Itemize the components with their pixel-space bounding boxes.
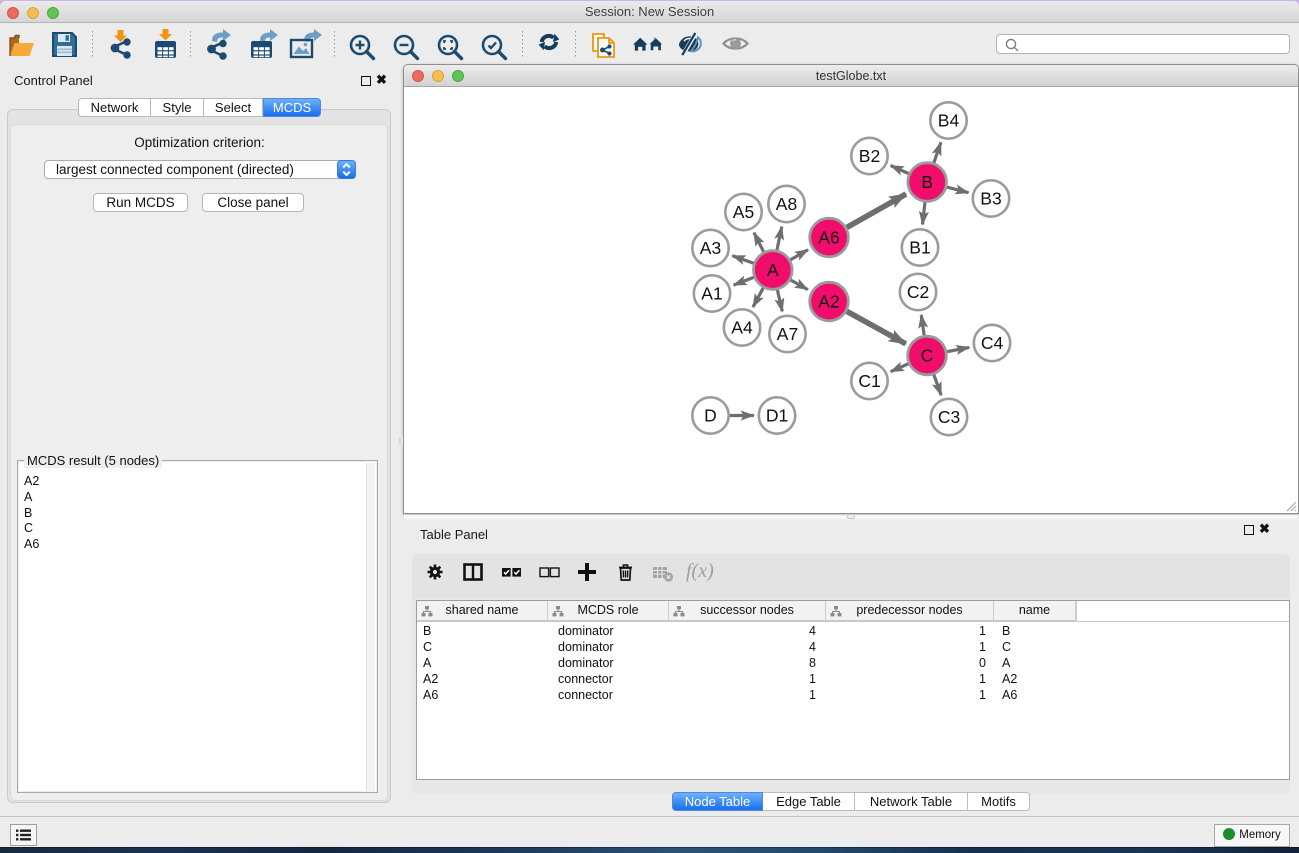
svg-text:B4: B4 xyxy=(938,111,960,131)
svg-text:D: D xyxy=(704,406,717,426)
svg-text:B: B xyxy=(921,172,933,192)
svg-text:A6: A6 xyxy=(818,228,839,248)
svg-text:A5: A5 xyxy=(733,202,754,222)
svg-text:C2: C2 xyxy=(907,282,929,302)
svg-text:C: C xyxy=(921,346,934,366)
svg-text:B2: B2 xyxy=(859,146,880,166)
svg-text:D1: D1 xyxy=(766,406,788,426)
svg-text:A1: A1 xyxy=(701,284,722,304)
svg-text:f(x): f(x) xyxy=(686,561,714,582)
svg-text:A7: A7 xyxy=(777,324,798,344)
svg-text:C4: C4 xyxy=(981,333,1004,353)
svg-text:B1: B1 xyxy=(909,238,930,258)
svg-text:A: A xyxy=(767,260,779,280)
svg-text:A3: A3 xyxy=(700,238,721,258)
svg-text:A8: A8 xyxy=(776,194,797,214)
svg-text:A4: A4 xyxy=(731,318,753,338)
svg-text:C3: C3 xyxy=(938,407,960,427)
svg-text:A2: A2 xyxy=(818,292,839,312)
svg-text:B3: B3 xyxy=(980,189,1001,209)
svg-text:C1: C1 xyxy=(858,371,880,391)
